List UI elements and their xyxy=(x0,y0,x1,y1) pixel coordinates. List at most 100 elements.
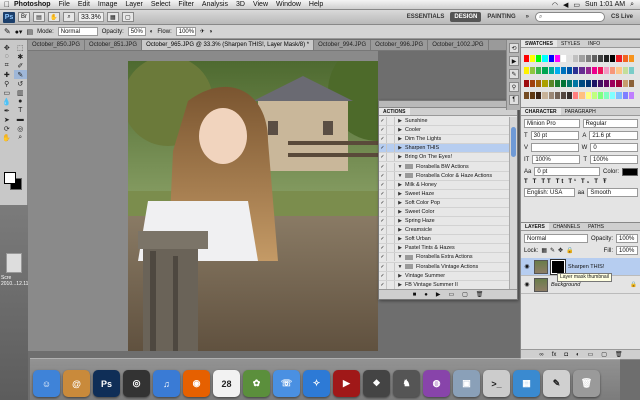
disclosure-triangle-icon[interactable]: ▶ xyxy=(395,191,405,197)
color-swatch[interactable] xyxy=(579,55,585,62)
dialog-toggle[interactable] xyxy=(387,171,395,180)
disclosure-triangle-icon[interactable]: ▶ xyxy=(395,200,405,206)
dialog-toggle[interactable] xyxy=(387,117,395,126)
zoom-tool-icon[interactable]: ⌕ xyxy=(63,12,75,22)
action-set-row[interactable]: ✓ ▼ Florabella BW Actions xyxy=(379,162,511,172)
menu-edit[interactable]: Edit xyxy=(78,1,90,8)
underline-button[interactable]: T xyxy=(594,179,600,185)
clock[interactable]: Sun 1:01 AM xyxy=(585,1,625,8)
color-swatch[interactable] xyxy=(597,67,604,75)
color-swatch[interactable] xyxy=(554,79,560,87)
zoom-tool-icon[interactable]: ⌕ xyxy=(14,133,28,142)
menu-select[interactable]: Select xyxy=(151,1,170,8)
3d-rotate-tool-icon[interactable]: ⟳ xyxy=(0,124,14,133)
workspace-essentials[interactable]: ESSENTIALS xyxy=(403,12,449,22)
dialog-toggle[interactable] xyxy=(387,244,395,253)
color-swatch[interactable] xyxy=(585,79,591,87)
dialog-toggle[interactable] xyxy=(387,153,395,162)
path-select-tool-icon[interactable]: ➤ xyxy=(0,115,14,124)
dialog-toggle[interactable] xyxy=(387,262,395,271)
dock-iphoto-icon[interactable]: ✿ xyxy=(243,370,270,397)
tab-october-850[interactable]: October_850.JPG xyxy=(28,40,86,50)
layer-mask-thumbnail[interactable] xyxy=(550,258,566,275)
horizontal-scale-field[interactable]: 100% xyxy=(590,155,639,164)
color-swatch[interactable] xyxy=(585,55,591,62)
color-swatch[interactable] xyxy=(536,91,542,99)
battery-icon[interactable]: ▭ xyxy=(573,1,580,9)
dock-stickies-icon[interactable]: ✎ xyxy=(543,370,570,397)
color-swatch[interactable] xyxy=(530,55,536,62)
airbrush-icon[interactable]: ✈ xyxy=(200,28,205,35)
dock-safari-icon[interactable]: ✧ xyxy=(303,370,330,397)
faux-italic-button[interactable]: T xyxy=(533,179,539,185)
color-swatch[interactable] xyxy=(610,67,616,75)
color-swatch[interactable] xyxy=(554,91,560,99)
color-swatch[interactable] xyxy=(628,55,634,62)
checkmark-icon[interactable]: ✓ xyxy=(379,226,387,235)
disclosure-triangle-icon[interactable]: ▶ xyxy=(395,236,405,242)
font-style-select[interactable]: Regular xyxy=(582,119,638,128)
link-layers-icon[interactable]: ∞ xyxy=(539,352,543,358)
quick-select-tool-icon[interactable]: ✱ xyxy=(14,52,28,61)
dock-ical-icon[interactable]: 28 xyxy=(213,370,240,397)
color-swatch[interactable] xyxy=(554,67,560,75)
shape-tool-icon[interactable]: ▬ xyxy=(14,115,28,124)
color-swatch[interactable] xyxy=(530,91,536,99)
layer-thumbnail[interactable] xyxy=(534,277,548,292)
lock-transparency-icon[interactable]: ▦ xyxy=(541,247,547,254)
color-swatch[interactable] xyxy=(536,55,542,62)
menu-analysis[interactable]: Analysis xyxy=(202,1,228,8)
dock-preview-icon[interactable]: ▣ xyxy=(453,370,480,397)
checkmark-icon[interactable]: ✓ xyxy=(379,253,387,262)
checkmark-icon[interactable]: ✓ xyxy=(379,198,387,207)
checkmark-icon[interactable]: ✓ xyxy=(379,280,387,289)
color-swatch[interactable] xyxy=(536,79,542,87)
cs-live-button[interactable]: CS Live xyxy=(607,12,637,22)
volume-icon[interactable]: ◀ xyxy=(563,1,568,9)
menu-3d[interactable]: 3D xyxy=(236,1,245,8)
blend-mode-select[interactable]: Normal xyxy=(524,234,588,243)
lock-pixels-icon[interactable]: ✎ xyxy=(550,247,555,254)
color-swatch[interactable] xyxy=(579,67,585,75)
superscript-button[interactable]: T¹ xyxy=(568,179,578,185)
checkmark-icon[interactable]: ✓ xyxy=(379,271,387,280)
dock-dashboard-icon[interactable]: ◍ xyxy=(423,370,450,397)
lock-position-icon[interactable]: ✥ xyxy=(558,247,563,254)
hand-tool-icon[interactable]: ✋ xyxy=(0,133,14,142)
actions-scrollbar[interactable] xyxy=(509,117,517,291)
color-swatch[interactable] xyxy=(616,67,622,75)
eraser-tool-icon[interactable]: ▭ xyxy=(0,88,14,97)
color-swatch[interactable] xyxy=(591,55,597,62)
color-swatch[interactable] xyxy=(579,79,585,87)
checkmark-icon[interactable]: ✓ xyxy=(379,207,387,216)
color-swatch[interactable] xyxy=(585,91,591,99)
disclosure-triangle-icon[interactable]: ▶ xyxy=(395,145,405,151)
color-swatch[interactable] xyxy=(524,79,530,87)
action-row[interactable]: ✓ ▶ Pastel Tints & Hazes xyxy=(379,244,511,254)
lasso-tool-icon[interactable]: ◌ xyxy=(0,52,14,61)
add-mask-icon[interactable]: ◘ xyxy=(564,352,568,358)
dock-itunes-icon[interactable]: ♫ xyxy=(153,370,180,397)
brush-preset-picker[interactable]: ●▾ xyxy=(15,28,23,36)
tab-channels[interactable]: CHANNELS xyxy=(549,223,584,230)
dialog-toggle[interactable] xyxy=(387,207,395,216)
actions-icon[interactable]: ▶ xyxy=(509,56,519,66)
eyedropper-tool-icon[interactable]: ✐ xyxy=(14,61,28,70)
action-row[interactable]: ✓ ▶ Milk & Honey xyxy=(379,180,511,190)
dialog-toggle[interactable] xyxy=(387,189,395,198)
color-swatch[interactable] xyxy=(597,91,604,99)
tab-october-965[interactable]: October_965.JPG @ 33.3% (Sharpen THIS!, … xyxy=(142,40,315,50)
apple-icon[interactable]:  xyxy=(0,0,14,9)
type-tool-icon[interactable]: T xyxy=(14,106,28,115)
trash-icon[interactable]: 🗑 xyxy=(476,291,484,298)
color-swatch[interactable] xyxy=(591,91,597,99)
document-canvas[interactable] xyxy=(28,51,378,351)
color-swatch[interactable] xyxy=(610,91,616,99)
menu-window[interactable]: Window xyxy=(276,1,301,8)
pressure-size-icon[interactable]: ◑ xyxy=(209,29,213,35)
color-swatch[interactable] xyxy=(542,79,548,87)
dock-firefox-icon[interactable]: ◉ xyxy=(183,370,210,397)
action-row[interactable]: ✓ ▶ Cooler xyxy=(379,126,511,136)
color-swatch[interactable] xyxy=(560,79,567,87)
fx-icon[interactable]: fx xyxy=(552,352,557,358)
